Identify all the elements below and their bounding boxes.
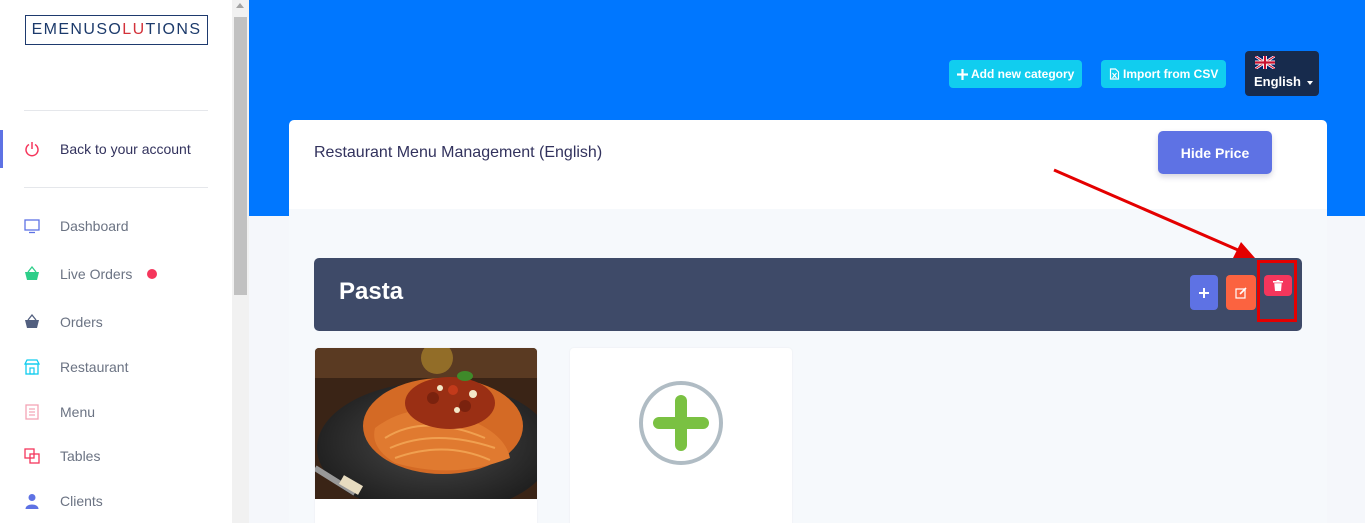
logo[interactable]: EMENUSOLUTIONS — [25, 15, 208, 45]
edit-icon — [1235, 286, 1247, 299]
sidebar-item-clients[interactable]: Clients — [0, 483, 232, 519]
sidebar-item-label: Tables — [60, 448, 101, 464]
edit-category-button[interactable] — [1226, 275, 1256, 310]
sidebar-item-orders[interactable]: Orders — [0, 304, 232, 340]
card-body: Pasta — [289, 209, 1327, 523]
plus-icon — [1199, 287, 1209, 298]
add-item-card[interactable] — [570, 348, 792, 523]
page-title: Restaurant Menu Management (English) — [314, 144, 603, 161]
category-header: Pasta — [314, 258, 1302, 331]
sidebar-item-label: Menu — [60, 404, 96, 420]
sidebar-item-restaurant[interactable]: Restaurant — [0, 349, 232, 385]
import-csv-button[interactable]: Import from CSV — [1101, 60, 1227, 88]
divider — [24, 187, 208, 188]
sidebar-item-label: Dashboard — [60, 218, 129, 234]
sidebar-item-back-to-account[interactable]: Back to your account — [0, 131, 232, 167]
uk-flag-icon — [1255, 56, 1275, 69]
file-excel-icon — [1109, 68, 1120, 80]
language-dropdown[interactable]: English — [1245, 51, 1319, 96]
user-icon — [23, 492, 41, 510]
menu-item-card[interactable] — [315, 348, 537, 523]
category-name: Pasta — [339, 278, 404, 305]
sidebar-item-menu[interactable]: Menu — [0, 394, 232, 430]
sidebar: EMENUSOLUTIONS Back to your account Dash… — [0, 0, 232, 523]
scroll-up-icon[interactable] — [236, 3, 244, 8]
divider — [24, 110, 208, 111]
power-icon — [23, 140, 41, 158]
sidebar-item-label: Clients — [60, 493, 103, 509]
basket-icon — [23, 313, 41, 331]
logo-text: EMENUSOLUTIONS — [31, 21, 202, 38]
scroll-thumb[interactable] — [234, 17, 247, 295]
tables-icon — [23, 447, 41, 465]
hide-price-button[interactable]: Hide Price — [1158, 131, 1272, 174]
sidebar-item-tables[interactable]: Tables — [0, 438, 232, 474]
sidebar-item-live-orders[interactable]: Live Orders — [0, 256, 232, 292]
spaghetti-image — [315, 348, 537, 514]
add-circle-icon — [639, 381, 723, 465]
shop-icon — [23, 358, 41, 376]
sidebar-item-label: Orders — [60, 314, 103, 330]
monitor-icon — [23, 217, 41, 235]
add-category-label: Add new category — [971, 67, 1075, 81]
plus-icon — [957, 68, 968, 80]
sidebar-item-label: Back to your account — [60, 141, 191, 157]
sidebar-item-dashboard[interactable]: Dashboard — [0, 208, 232, 244]
import-csv-label: Import from CSV — [1123, 67, 1219, 81]
sidebar-item-label: Live Orders — [60, 266, 133, 282]
language-label: English — [1254, 74, 1301, 89]
chevron-down-icon — [1307, 81, 1313, 85]
menu-management-card: Restaurant Menu Management (English) Hid… — [289, 120, 1327, 523]
add-category-button[interactable]: Add new category — [949, 60, 1083, 88]
add-item-button[interactable] — [1190, 275, 1218, 310]
annotation-highlight-box — [1257, 260, 1297, 322]
sidebar-scrollbar[interactable] — [232, 0, 249, 523]
basket-icon — [23, 265, 41, 283]
sidebar-item-label: Restaurant — [60, 359, 129, 375]
live-badge — [147, 269, 157, 279]
book-icon — [23, 403, 41, 421]
